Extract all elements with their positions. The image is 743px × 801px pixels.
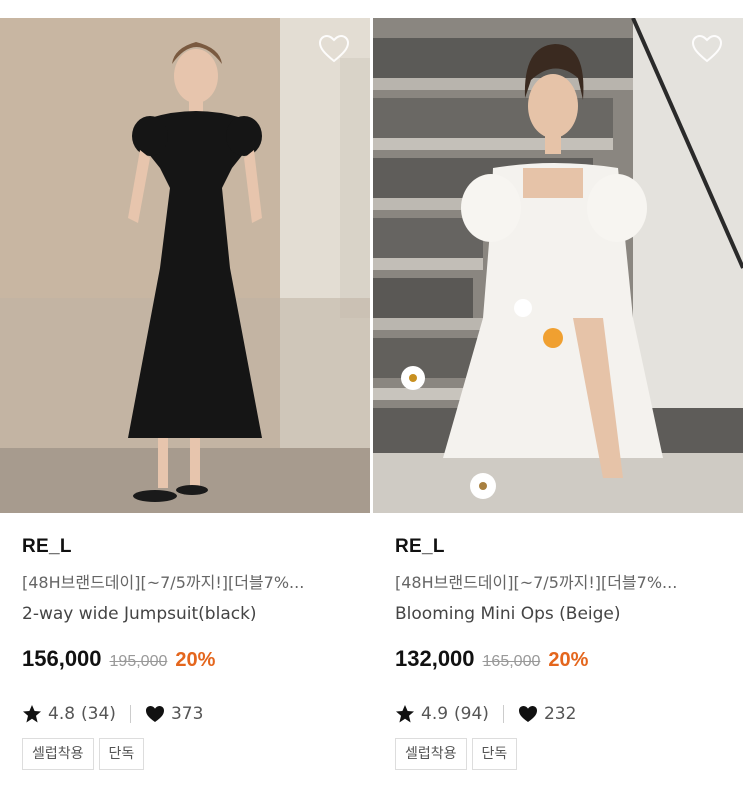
brand-name[interactable]: RE_L xyxy=(395,536,733,560)
divider xyxy=(129,705,131,723)
product-image[interactable] xyxy=(373,18,743,513)
tag-celeb: 셀럽착용 xyxy=(395,738,467,770)
product-name[interactable]: 2-way wide Jumpsuit(black) xyxy=(22,604,360,628)
original-price: 165,000 xyxy=(482,653,541,670)
promo-text[interactable]: [48H브랜드데이][~7/5까지!][더블7%... xyxy=(395,569,720,593)
price-row: 132,000 165,000 20% xyxy=(395,646,733,676)
tag-exclusive: 단독 xyxy=(98,738,145,770)
sale-price: 156,000 xyxy=(22,646,102,671)
wishlist-heart-icon[interactable] xyxy=(691,34,723,64)
discount-rate: 20% xyxy=(175,649,216,671)
rating-value: 4.9 xyxy=(421,704,449,724)
promo-text[interactable]: [48H브랜드데이][~7/5까지!][더블7%... xyxy=(22,569,347,593)
tag-celeb: 셀럽착용 xyxy=(22,738,94,770)
product-card[interactable]: RE_L [48H브랜드데이][~7/5까지!][더블7%... Bloomin… xyxy=(373,0,743,801)
product-info: RE_L [48H브랜드데이][~7/5까지!][더블7%... 2-way w… xyxy=(22,536,360,770)
like-count: 232 xyxy=(543,704,577,724)
review-count: (34) xyxy=(81,704,116,724)
product-photo-white-dress xyxy=(373,18,743,513)
product-photo-black-dress xyxy=(0,18,370,513)
rating-row: 4.9 (94) 232 xyxy=(395,702,733,726)
heart-icon xyxy=(145,706,164,722)
review-count: (94) xyxy=(454,704,489,724)
rating-row: 4.8 (34) 373 xyxy=(22,702,360,726)
discount-rate: 20% xyxy=(548,649,589,671)
rating-value: 4.8 xyxy=(48,704,76,724)
original-price: 195,000 xyxy=(109,653,168,670)
tag-list: 셀럽착용 단독 xyxy=(22,738,360,770)
product-image[interactable] xyxy=(0,18,370,513)
product-name[interactable]: Blooming Mini Ops (Beige) xyxy=(395,604,733,628)
star-icon xyxy=(23,705,41,723)
heart-icon xyxy=(518,706,537,722)
star-icon xyxy=(396,705,414,723)
price-row: 156,000 195,000 20% xyxy=(22,646,360,676)
divider xyxy=(502,705,504,723)
brand-name[interactable]: RE_L xyxy=(22,536,360,560)
product-card[interactable]: RE_L [48H브랜드데이][~7/5까지!][더블7%... 2-way w… xyxy=(0,0,370,801)
sale-price: 132,000 xyxy=(395,646,475,671)
product-info: RE_L [48H브랜드데이][~7/5까지!][더블7%... Bloomin… xyxy=(395,536,733,770)
tag-list: 셀럽착용 단독 xyxy=(395,738,733,770)
product-grid: RE_L [48H브랜드데이][~7/5까지!][더블7%... 2-way w… xyxy=(0,0,743,801)
tag-exclusive: 단독 xyxy=(471,738,518,770)
like-count: 373 xyxy=(170,704,204,724)
wishlist-heart-icon[interactable] xyxy=(318,34,350,64)
